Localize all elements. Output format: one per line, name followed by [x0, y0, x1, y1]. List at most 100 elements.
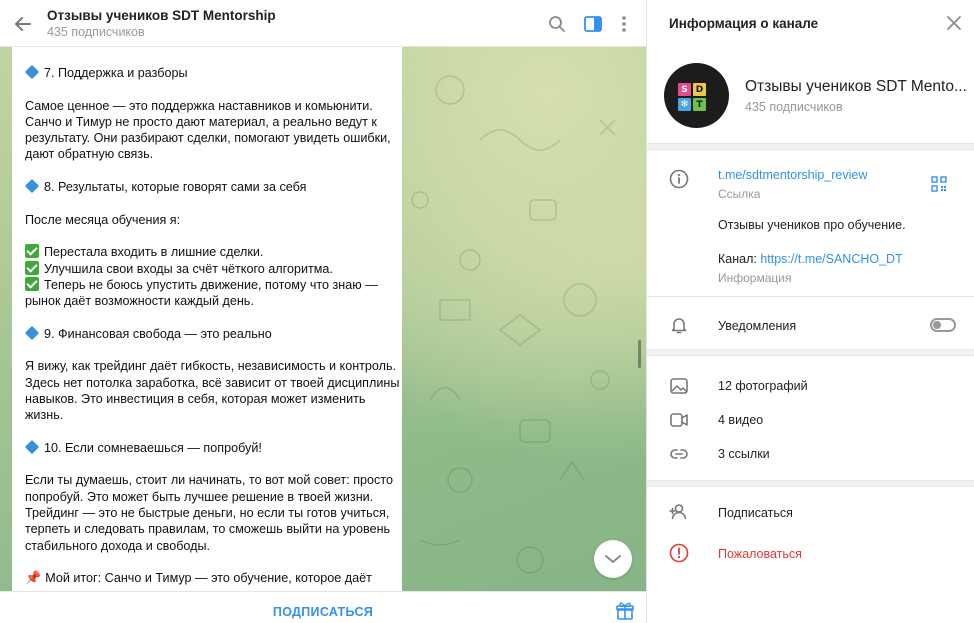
check-mark-icon: [25, 244, 39, 259]
chat-header: Отзывы учеников SDT Mentorship 435 подпи…: [0, 0, 646, 47]
subscribe-button[interactable]: ПОДПИСАТЬСЯ: [0, 605, 646, 619]
channel-name: Отзывы учеников SDT Mentо...: [745, 78, 967, 95]
message-line-text: Улучшила свои входы за счёт чёткого алго…: [44, 261, 333, 276]
message-line-text: Мой итог: Санчо и Тимур — это обучение, …: [45, 571, 372, 586]
divider: [647, 480, 974, 487]
channel-ref: Канал: https://t.me/SANCHO_DT: [718, 252, 903, 266]
report-button[interactable]: Пожаловаться: [718, 547, 802, 561]
notifications-label: Уведомления: [718, 319, 797, 333]
more-menu-button[interactable]: [612, 12, 636, 36]
chat-area: Отзывы учеников SDT Mentorship 435 подпи…: [0, 0, 646, 623]
message-text: 7. Поддержка и разборы Самое ценное — это…: [24, 64, 402, 587]
message-line: Теперь не боюсь упустить движение, потом…: [25, 276, 395, 293]
message-bubble[interactable]: 7. Поддержка и разборы Самое ценное — это…: [12, 47, 402, 591]
message-line-text: рынок даёт возможности каждый день.: [25, 294, 254, 309]
sidebar-toggle-button[interactable]: [581, 12, 605, 36]
message-line: дают обратную связь.: [25, 146, 395, 162]
panel-title: Информация о канале: [669, 16, 819, 31]
chevron-down-icon: [605, 555, 621, 563]
scroll-down-button[interactable]: [594, 540, 632, 578]
report-icon: [669, 543, 689, 563]
message-line: Санчо и Тимур не просто дают материал, а…: [25, 114, 395, 130]
message-line: стабильного дохода и свободы.: [25, 538, 395, 554]
media-photos[interactable]: 12 фотографий: [718, 379, 808, 393]
message-line: результату. Они разбирают сделки, помога…: [25, 130, 395, 146]
notifications-toggle[interactable]: [930, 318, 956, 332]
check-mark-icon: [25, 260, 39, 275]
message-line-text: попробуй. Это может быть лучшее решение …: [25, 489, 374, 504]
message-line: Улучшила свои входы за счёт чёткого алго…: [25, 260, 395, 277]
message-line: Если ты думаешь, стоит ли начинать, то в…: [25, 472, 395, 488]
avatar-letter-t: T: [693, 98, 706, 111]
snowflake-icon: ❄: [678, 98, 691, 111]
add-user-icon: [669, 504, 687, 520]
message-line-text: стабильного дохода и свободы.: [25, 538, 211, 553]
message-line-text: 7. Поддержка и разборы: [44, 66, 188, 80]
message-line: Трейдинг — это не быстрые деньги, но есл…: [25, 505, 395, 521]
close-icon: [947, 16, 961, 30]
message-line: 9. Финансовая свобода — это реально: [24, 325, 395, 342]
channel-info-panel: Информация о канале S D ❄ T Отзывы учени…: [646, 0, 974, 623]
message-line-text: Теперь не боюсь упустить движение, потом…: [44, 277, 378, 292]
avatar[interactable]: S D ❄ T: [664, 63, 729, 128]
panel-subscribe-button[interactable]: Подписаться: [718, 506, 793, 520]
chat-subscriber-count: 435 подписчиков: [47, 25, 145, 39]
channel-subscriber-count: 435 подписчиков: [745, 100, 843, 114]
media-videos[interactable]: 4 видео: [718, 413, 763, 427]
message-line: попробуй. Это может быть лучшее решение …: [25, 489, 395, 505]
message-line-text: Я вижу, как трейдинг даёт гибкость, неза…: [25, 359, 397, 374]
message-line: Перестала входить в лишние сделки.: [25, 244, 395, 260]
message-line-text: терпеть и следовать правилам, то сможешь…: [25, 522, 391, 537]
scrollbar-thumb[interactable]: [638, 340, 641, 368]
blue-diamond-icon: [24, 439, 40, 454]
avatar-letter-d: D: [693, 83, 706, 96]
message-line: 📌 Мой итог: Санчо и Тимур — это обучение,…: [25, 570, 395, 586]
message-line-text: результату. Они разбирают сделки, помога…: [25, 131, 391, 146]
blue-diamond-icon: [24, 325, 40, 340]
photo-icon: [670, 378, 688, 394]
link-icon: [670, 449, 688, 459]
message-line-text: Самое ценное — это поддержка наставников…: [25, 98, 373, 113]
qr-code-icon[interactable]: [931, 176, 947, 192]
message-line: 8. Результаты, которые говорят сами за с…: [24, 179, 395, 195]
search-icon: [549, 16, 565, 32]
message-line: жизнь.: [25, 407, 395, 423]
message-line: 7. Поддержка и разборы: [24, 64, 395, 81]
search-button[interactable]: [545, 12, 569, 36]
message-line: Я вижу, как трейдинг даёт гибкость, неза…: [25, 358, 397, 374]
back-button[interactable]: [12, 13, 34, 35]
blue-diamond-icon: [24, 179, 40, 194]
message-line-text: жизнь.: [25, 408, 64, 423]
info-icon: [669, 169, 689, 189]
message-line-text: Если ты думаешь, стоит ли начинать, то в…: [25, 473, 393, 488]
message-line-text: навыков. Это инвестиция в себя, которая …: [25, 391, 366, 406]
message-line-text: Здесь нет потолка заработка, всё зависит…: [25, 375, 402, 390]
message-line-text: Санчо и Тимур не просто дают материал, а…: [25, 114, 377, 129]
message-line: 10. Если сомневаешься — попробуй!: [24, 439, 395, 456]
pushpin-icon: 📌: [25, 570, 42, 586]
channel-link[interactable]: t.me/sdtmentorship_review: [718, 168, 867, 182]
divider: [647, 143, 974, 150]
divider: [647, 349, 974, 356]
close-button[interactable]: [945, 14, 963, 32]
message-line: Самое ценное — это поддержка наставников…: [25, 98, 395, 114]
info-caption: Информация: [718, 271, 792, 285]
more-vertical-icon: [622, 16, 626, 32]
message-line-text: 8. Результаты, которые говорят сами за с…: [44, 180, 307, 195]
chat-title[interactable]: Отзывы учеников SDT Mentorship: [47, 8, 276, 23]
gift-button[interactable]: [615, 601, 635, 621]
arrow-left-icon: [15, 17, 31, 31]
avatar-letter-s: S: [678, 83, 691, 96]
sidebar-toggle-icon: [584, 16, 602, 32]
channel-ref-prefix: Канал:: [718, 252, 761, 266]
message-line-text: дают обратную связь.: [25, 147, 154, 162]
channel-ref-link[interactable]: https://t.me/SANCHO_DT: [760, 252, 902, 266]
message-line: После месяца обучения я:: [25, 212, 395, 228]
media-links[interactable]: 3 ссылки: [718, 447, 770, 461]
